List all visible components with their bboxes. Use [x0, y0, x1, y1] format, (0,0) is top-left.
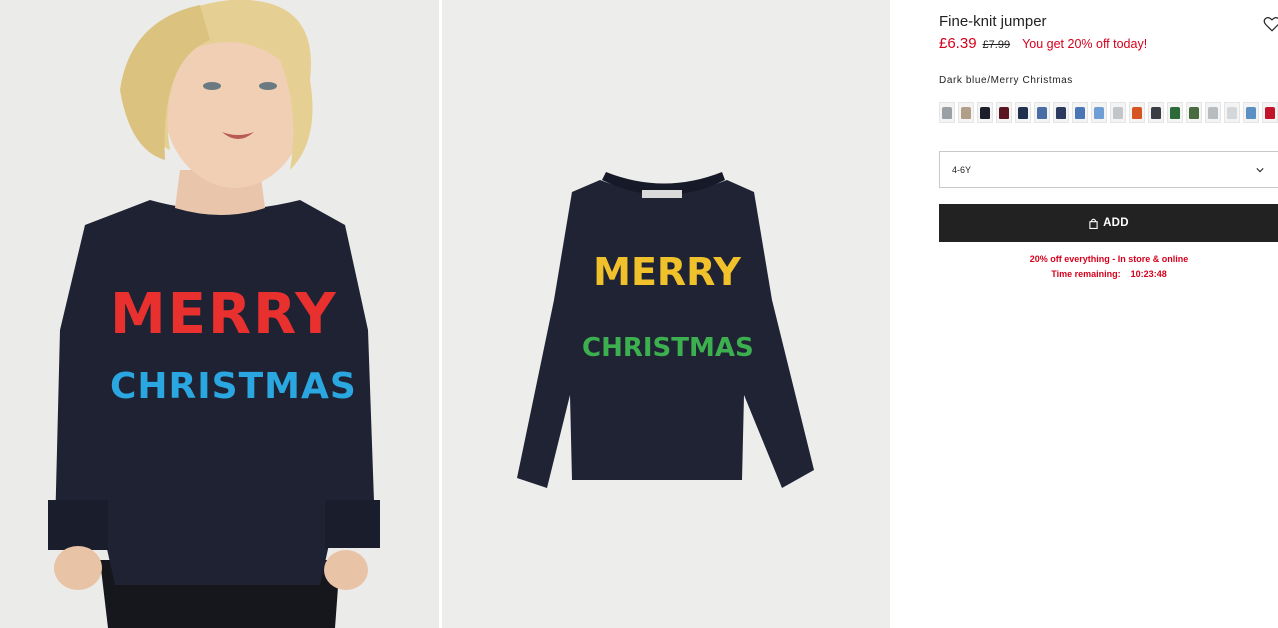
size-value: 4-6Y — [952, 165, 972, 175]
swatch-thumbnail — [1208, 107, 1218, 119]
price-current: £6.39 — [939, 35, 977, 52]
bag-icon — [1089, 218, 1098, 229]
swatch-thumbnail — [1170, 107, 1180, 119]
swatch-grey-stripe[interactable] — [939, 102, 955, 123]
promo-text: You get 20% off today! — [1022, 37, 1148, 51]
product-photo[interactable]: MERRY CHRISTMAS — [442, 0, 890, 628]
swatch-grey-print[interactable] — [1205, 102, 1221, 123]
price-original: £7.99 — [982, 39, 1011, 51]
swatch-thumbnail — [961, 107, 971, 119]
timer-label: Time remaining: — [1051, 269, 1121, 279]
model-merry-text: MERRY — [110, 282, 338, 347]
swatch-navy-stripe[interactable] — [1053, 102, 1069, 123]
heart-icon[interactable] — [1263, 15, 1278, 33]
swatch-dark-stripe[interactable] — [1148, 102, 1164, 123]
product-merry-text: MERRY — [593, 250, 741, 294]
product-title: Fine-knit jumper — [939, 13, 1047, 30]
model-photo[interactable]: MERRY CHRISTMAS — [0, 0, 439, 628]
swatch-navy-print[interactable] — [1015, 102, 1031, 123]
colour-label: Dark blue/Merry Christmas — [939, 75, 1073, 86]
swatch-thumbnail — [1132, 107, 1142, 119]
sale-line: 20% off everything - In store & online — [1029, 254, 1189, 264]
swatch-burgundy[interactable] — [996, 102, 1012, 123]
product-page: MERRY CHRISTMAS MERRY CHRISTMAS Fine-kni… — [0, 0, 1278, 628]
swatch-thumbnail — [942, 107, 952, 119]
model-christmas-text: CHRISTMAS — [110, 366, 357, 407]
swatch-light-grey-print[interactable] — [1224, 102, 1240, 123]
timer-row: Time remaining: 10:23:48 — [1019, 267, 1199, 282]
add-to-bag-button[interactable]: ADD — [939, 204, 1278, 242]
swatch-green-print[interactable] — [1167, 102, 1183, 123]
timer-value: 10:23:48 — [1130, 269, 1167, 279]
colour-swatches — [939, 102, 1278, 123]
swatch-blue-light-stripe[interactable] — [1091, 102, 1107, 123]
swatch-beige-stripe[interactable] — [958, 102, 974, 123]
model-jumper-print: MERRY CHRISTMAS — [110, 282, 357, 409]
add-button-label: ADD — [1103, 217, 1129, 229]
swatch-light-grey[interactable] — [1110, 102, 1126, 123]
swatch-thumbnail — [1246, 107, 1256, 119]
swatch-thumbnail — [1094, 107, 1104, 119]
swatch-blue-pattern[interactable] — [1243, 102, 1259, 123]
swatch-red[interactable] — [1262, 102, 1278, 123]
product-info: Fine-knit jumper £6.39 £7.99 You get 20%… — [891, 0, 1278, 628]
swatch-blue-print[interactable] — [1034, 102, 1050, 123]
swatch-thumbnail — [1227, 107, 1237, 119]
product-jumper-print: MERRY CHRISTMAS — [582, 250, 754, 364]
swatch-thumbnail — [999, 107, 1009, 119]
swatch-thumbnail — [1075, 107, 1085, 119]
chevron-down-icon — [1256, 168, 1264, 173]
size-dropdown[interactable]: 4-6Y — [939, 151, 1278, 188]
swatch-khaki[interactable] — [1186, 102, 1202, 123]
product-christmas-text: CHRISTMAS — [582, 333, 754, 363]
sale-banner: 20% off everything - In store & online T… — [1019, 252, 1199, 282]
swatch-thumbnail — [1018, 107, 1028, 119]
swatch-thumbnail — [1265, 107, 1275, 119]
swatch-multi-stripe[interactable] — [1072, 102, 1088, 123]
swatch-thumbnail — [1113, 107, 1123, 119]
price-row: £6.39 £7.99 You get 20% off today! — [939, 35, 1147, 52]
swatch-thumbnail — [1151, 107, 1161, 119]
swatch-thumbnail — [1056, 107, 1066, 119]
swatch-thumbnail — [1189, 107, 1199, 119]
swatch-thumbnail — [1037, 107, 1047, 119]
swatch-black-print[interactable] — [977, 102, 993, 123]
swatch-orange[interactable] — [1129, 102, 1145, 123]
swatch-thumbnail — [980, 107, 990, 119]
